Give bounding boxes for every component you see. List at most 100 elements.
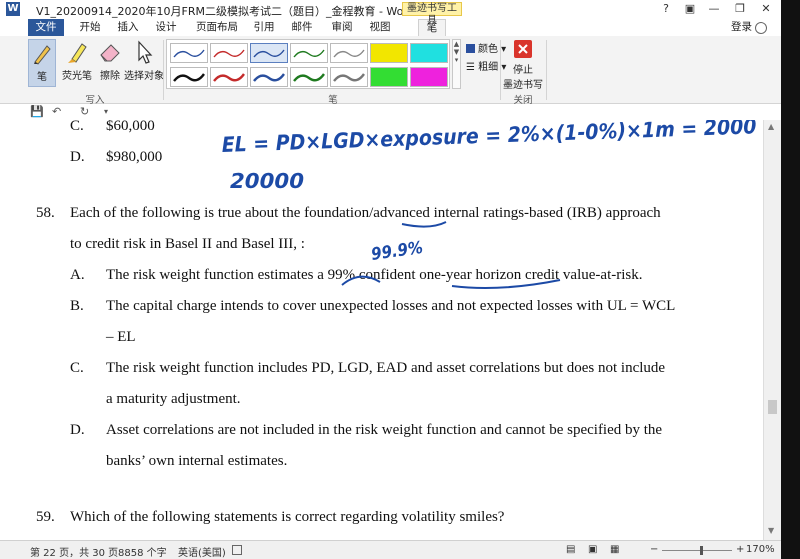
- highlighter-button-label: 荧光笔: [62, 71, 92, 82]
- zoom-level[interactable]: 170%: [746, 544, 775, 555]
- tab-file[interactable]: 文件: [28, 19, 64, 36]
- word-app-icon: W: [6, 2, 20, 16]
- user-icon[interactable]: [755, 22, 767, 34]
- zoom-in-button[interactable]: +: [736, 544, 744, 555]
- tab-home[interactable]: 开始: [76, 19, 104, 36]
- pen-stroke-icon: [213, 73, 245, 82]
- tab-review[interactable]: 审阅: [328, 19, 356, 36]
- pen-swatch[interactable]: [330, 43, 368, 63]
- tab-references[interactable]: 引用: [250, 19, 278, 36]
- highlighter-swatch[interactable]: [370, 67, 408, 87]
- pen-swatch[interactable]: [170, 43, 208, 63]
- pen-swatch[interactable]: [210, 43, 248, 63]
- pen-swatch[interactable]: [250, 67, 288, 87]
- vertical-scrollbar[interactable]: ▲ ▼: [763, 120, 781, 540]
- question-58-line-1: Each of the following is true about the …: [70, 205, 661, 221]
- tab-insert[interactable]: 插入: [114, 19, 142, 36]
- gallery-scroll[interactable]: ▲ ▼ ▾: [452, 39, 461, 89]
- stop-inking-button[interactable]: 停止 墨迹书写: [502, 39, 544, 91]
- eraser-icon: [100, 44, 120, 62]
- pen-stroke-icon: [333, 49, 365, 58]
- zoom-out-button[interactable]: −: [650, 544, 658, 555]
- read-mode-icon[interactable]: ▤: [566, 544, 575, 555]
- zoom-slider[interactable]: [662, 550, 732, 551]
- redo-icon[interactable]: ↻: [80, 105, 89, 118]
- stop-icon: [514, 40, 532, 58]
- login-link[interactable]: 登录: [731, 19, 752, 36]
- q58-option-b-text-1: The capital charge intends to cover unex…: [106, 298, 676, 314]
- eraser-button[interactable]: 擦除: [96, 39, 124, 87]
- pen-swatch[interactable]: [170, 67, 208, 87]
- option-c-value: $60,000: [106, 120, 155, 134]
- minimize-button[interactable]: —: [704, 1, 724, 17]
- question-58-number: 58.: [36, 205, 55, 221]
- question-59-text: Which of the following statements is cor…: [70, 509, 505, 525]
- ribbon-display-options-button[interactable]: ▣: [680, 1, 700, 17]
- pen-stroke-icon: [213, 49, 245, 58]
- ribbon-tabs: 文件 开始 插入 设计 页面布局 引用 邮件 审阅 视图 笔: [0, 19, 781, 36]
- word-count[interactable]: 8858 个字: [118, 544, 167, 559]
- scroll-down-icon[interactable]: ▼: [768, 526, 774, 535]
- q58-option-b-label: B.: [70, 298, 84, 314]
- pen-gallery[interactable]: [166, 39, 450, 89]
- pen-stroke-icon: [333, 73, 365, 82]
- window-title: V1_20200914_2020年10月FRM二级模拟考试二（题目）_金程教育 …: [36, 5, 415, 18]
- tab-mailings[interactable]: 邮件: [288, 19, 316, 36]
- highlighter-swatch[interactable]: [410, 67, 448, 87]
- scroll-up-icon[interactable]: ▲: [768, 122, 774, 131]
- pen-button[interactable]: 笔: [28, 39, 56, 87]
- help-button[interactable]: ?: [656, 1, 676, 17]
- select-objects-button-label: 选择对象: [124, 71, 164, 82]
- pen-swatch[interactable]: [210, 67, 248, 87]
- highlighter-icon: [68, 43, 87, 63]
- highlighter-swatch[interactable]: [370, 43, 408, 63]
- pen-stroke-icon: [173, 49, 205, 58]
- group-divider: [163, 40, 164, 100]
- q58-option-d-text-2: banks’ own internal estimates.: [106, 453, 288, 469]
- scroll-thumb[interactable]: [768, 400, 777, 414]
- pen-swatch[interactable]: [290, 67, 328, 87]
- tab-view[interactable]: 视图: [366, 19, 394, 36]
- zoom-slider-thumb[interactable]: [700, 546, 703, 555]
- document-page[interactable]: C. $60,000 D. $980,000 58. Each of the f…: [0, 120, 763, 540]
- pen-swatch[interactable]: [250, 43, 288, 63]
- pen-stroke-icon: [293, 49, 325, 58]
- thickness-icon: ☰: [466, 62, 479, 73]
- ink-underline-advanced: [401, 221, 447, 228]
- pen-stroke-icon: [293, 73, 325, 82]
- highlighter-button[interactable]: 荧光笔: [60, 39, 94, 87]
- tab-design[interactable]: 设计: [152, 19, 180, 36]
- ink-formula: EL = PD×LGD×exposure = 2%×(1-0%)×1m = 20…: [221, 120, 757, 157]
- macro-record-icon[interactable]: [232, 545, 242, 555]
- q58-option-a-label: A.: [70, 267, 85, 283]
- select-objects-button[interactable]: 选择对象: [124, 39, 164, 87]
- stop-inking-label-1: 停止: [513, 65, 533, 76]
- customize-qat-icon[interactable]: ▾: [104, 107, 108, 116]
- stop-inking-label-2: 墨迹书写: [503, 80, 543, 91]
- option-c-label: C.: [70, 120, 84, 134]
- pen-swatch[interactable]: [330, 67, 368, 87]
- pen-stroke-icon: [173, 73, 205, 82]
- language-indicator[interactable]: 英语(美国): [178, 544, 226, 559]
- q58-option-c-label: C.: [70, 360, 84, 376]
- eraser-button-label: 擦除: [100, 71, 120, 82]
- web-layout-icon[interactable]: ▦: [610, 544, 619, 555]
- option-d-label: D.: [70, 149, 85, 165]
- q58-option-a-text: The risk weight function estimates a 99%…: [106, 267, 643, 283]
- pen-swatch[interactable]: [290, 43, 328, 63]
- highlighter-swatch[interactable]: [410, 43, 448, 63]
- restore-button[interactable]: ❐: [730, 1, 750, 17]
- close-button[interactable]: ✕: [756, 1, 776, 17]
- color-swatch-icon: [466, 44, 475, 53]
- ink-tools-context-label: 墨迹书写工具: [402, 2, 462, 26]
- tab-page-layout[interactable]: 页面布局: [192, 19, 242, 36]
- page-count[interactable]: 第 22 页，共 30 页: [30, 544, 118, 559]
- undo-icon[interactable]: ↶: [52, 105, 61, 118]
- print-layout-icon[interactable]: ▣: [588, 544, 597, 555]
- ink-result: 20000: [230, 169, 304, 193]
- option-d-value: $980,000: [106, 149, 163, 165]
- save-icon[interactable]: 💾: [30, 105, 44, 118]
- group-divider: [500, 40, 501, 100]
- pen-stroke-icon: [253, 73, 285, 82]
- pen-button-label: 笔: [37, 72, 47, 83]
